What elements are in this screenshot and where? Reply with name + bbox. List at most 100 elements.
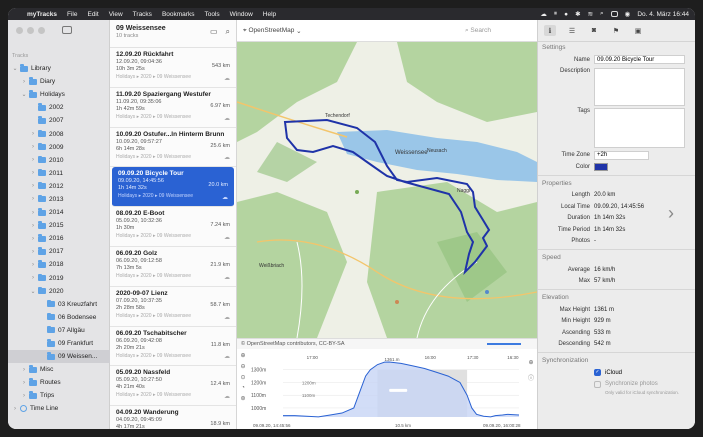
sidebar-item[interactable]: › 2016	[8, 232, 110, 245]
zoom-button[interactable]	[38, 27, 45, 34]
elevation-chart[interactable]: 1300m 1200m 1100m 1000m 1361.m 17:00 17:30 16:0…	[249, 349, 525, 429]
chevron-right-icon[interactable]: ›	[30, 196, 36, 202]
sidebar-item[interactable]: › Routes	[8, 376, 110, 389]
chevron-down-icon[interactable]: ⌄	[30, 288, 36, 295]
chevron-down-icon[interactable]: ⌄	[21, 91, 27, 98]
track-item[interactable]: 11.09.20 Spaziergang Westufer 11.09.20, 0…	[110, 88, 236, 128]
poi-marker[interactable]	[355, 190, 359, 194]
new-folder-icon[interactable]: ▭	[210, 27, 218, 37]
sidebar-item[interactable]: 09 Weissen...	[8, 350, 110, 364]
map-source-select[interactable]: OpenStreetMap	[248, 27, 294, 34]
zoom-fit-icon[interactable]: ⊙	[240, 374, 245, 381]
chevron-right-icon[interactable]: ›	[30, 157, 36, 163]
sidebar-item[interactable]: › 2013	[8, 193, 110, 206]
info-tab-icon[interactable]: ℹ	[544, 25, 556, 36]
sidebar-item[interactable]: 2002	[8, 101, 110, 114]
minimize-button[interactable]	[27, 27, 34, 34]
chevron-right-icon[interactable]: ›	[30, 131, 36, 137]
search-input[interactable]: ⌕ Search	[465, 27, 491, 35]
chevron-right-icon[interactable]: ›	[30, 223, 36, 229]
chevron-right-icon[interactable]: ›	[30, 183, 36, 189]
menu-window[interactable]: Window	[225, 11, 258, 18]
search-icon[interactable]: ⌕	[600, 10, 604, 18]
bluetooth-icon[interactable]: ✱	[575, 10, 580, 18]
chevron-right-icon[interactable]: ›	[30, 236, 36, 242]
chart-settings-icon[interactable]: ⊛	[240, 395, 245, 402]
sidebar-item[interactable]: › 2012	[8, 180, 110, 193]
sidebar-item[interactable]: › 2008	[8, 127, 110, 140]
name-field[interactable]: 09.09.20 Bicycle Tour	[594, 55, 685, 65]
track-item[interactable]: 06.09.20 Golz 06.09.20, 09:12:58 7h 13m 5s…	[110, 247, 236, 287]
track-item[interactable]: 09.09.20 Bicycle Tour 09.09.20, 14:45:56 1…	[112, 167, 234, 208]
sidebar-item[interactable]: 03 Kreuzfahrt	[8, 298, 110, 311]
color-swatch[interactable]	[594, 162, 608, 171]
track-item[interactable]: 2020-09-07 Lienz 07.09.20, 10:37:35 2h 28m…	[110, 287, 236, 327]
photo-tab-icon[interactable]: ▣	[632, 25, 644, 36]
menu-tools[interactable]: Tools	[199, 11, 224, 18]
menu-edit[interactable]: Edit	[82, 11, 103, 18]
menu-file[interactable]: File	[62, 11, 82, 18]
user-icon[interactable]: ●	[564, 11, 568, 18]
siri-icon[interactable]: ◉	[625, 10, 631, 18]
chevron-right-icon[interactable]: ›	[30, 262, 36, 268]
chevron-right-icon[interactable]: ›	[30, 144, 36, 150]
sidebar-item[interactable]: › 2010	[8, 154, 110, 167]
zoom-slider[interactable]	[487, 343, 521, 345]
track-item[interactable]: 08.09.20 E-Boot 05.09.20, 10:32:36 1h 30m H…	[110, 207, 236, 247]
camera-tab-icon[interactable]: ◙	[588, 25, 600, 36]
sidebar-toggle-icon[interactable]	[62, 26, 72, 34]
sync-photos-checkbox[interactable]	[594, 380, 601, 388]
sidebar-item[interactable]: 06 Bodensee	[8, 311, 110, 324]
sidebar-item[interactable]: › 2018	[8, 258, 110, 271]
chart-mode-icon[interactable]: ◔	[241, 385, 245, 391]
chevron-down-icon[interactable]: ⌄	[294, 27, 301, 35]
chart-selection-bar[interactable]	[389, 388, 408, 392]
chevron-right-icon[interactable]: ›	[30, 170, 36, 176]
zoom-out-icon[interactable]: ⊖	[240, 363, 245, 370]
sidebar-item[interactable]: › 2019	[8, 272, 110, 285]
track-item[interactable]: 04.09.20 Wanderung 04.09.20, 09:45:09 4h 1…	[110, 406, 236, 429]
menu-bookmarks[interactable]: Bookmarks	[157, 11, 200, 18]
cloud-icon[interactable]: ☁	[540, 10, 547, 18]
list-tab-icon[interactable]: ☰	[566, 25, 578, 36]
sidebar-item[interactable]: › Trips	[8, 389, 110, 402]
track-item[interactable]: 05.09.20 Nassfeld 05.09.20, 10:27:50 4h 21…	[110, 366, 236, 407]
tags-field[interactable]	[594, 107, 685, 148]
chevron-right-icon[interactable]: ›	[12, 406, 18, 412]
chevron-right-icon[interactable]: ›	[668, 203, 674, 224]
chevron-right-icon[interactable]: ›	[21, 393, 27, 399]
sidebar-item[interactable]: 09 Frankfurt	[8, 337, 110, 350]
menu-help[interactable]: Help	[258, 11, 281, 18]
track-item[interactable]: 06.09.20 Tschabitscher 06.09.20, 09:42:08…	[110, 327, 236, 367]
pause-icon[interactable]: ⏸	[554, 10, 557, 18]
chevron-right-icon[interactable]: ›	[30, 275, 36, 281]
sidebar-item[interactable]: › Misc	[8, 363, 110, 376]
track-item[interactable]: 10.09.20 Ostufer...ln Hinterm Brunn 10.09…	[110, 128, 236, 168]
sidebar-item[interactable]: › 2015	[8, 219, 110, 232]
sidebar-item[interactable]: › 2017	[8, 245, 110, 258]
info-icon[interactable]: ⓘ	[528, 373, 534, 382]
icloud-checkbox[interactable]: ✓	[594, 369, 601, 377]
chevron-right-icon[interactable]: ›	[30, 210, 36, 216]
poi-marker[interactable]	[485, 290, 489, 294]
chevron-right-icon[interactable]: ›	[21, 79, 27, 85]
sidebar-item[interactable]: 2007	[8, 114, 110, 127]
sidebar-item[interactable]: ⌄ Holidays	[8, 88, 110, 101]
sidebar-item[interactable]: › 2014	[8, 206, 110, 219]
sidebar-item[interactable]: ⌄ 2020	[8, 285, 110, 298]
timezone-field[interactable]: +2h	[594, 150, 649, 160]
search-icon[interactable]: ⌕	[226, 27, 230, 37]
menu-tracks[interactable]: Tracks	[128, 11, 157, 18]
sidebar-item[interactable]: ⌄ Library	[8, 62, 110, 75]
sidebar-item[interactable]: › 2009	[8, 141, 110, 154]
sidebar-item[interactable]: › Diary	[8, 75, 110, 88]
sidebar-item[interactable]: › 2011	[8, 167, 110, 180]
close-button[interactable]	[16, 27, 23, 34]
control-center-icon[interactable]	[610, 11, 618, 17]
track-item[interactable]: 12.09.20 Rückfahrt 12.09.20, 09:04:36 10h …	[110, 48, 236, 88]
chevron-right-icon[interactable]: ›	[21, 367, 27, 373]
chevron-right-icon[interactable]: ›	[21, 380, 27, 386]
chevron-down-icon[interactable]: ⌄	[12, 65, 18, 72]
sidebar-item[interactable]: 07 Allgäu	[8, 324, 110, 337]
description-field[interactable]	[594, 67, 685, 106]
